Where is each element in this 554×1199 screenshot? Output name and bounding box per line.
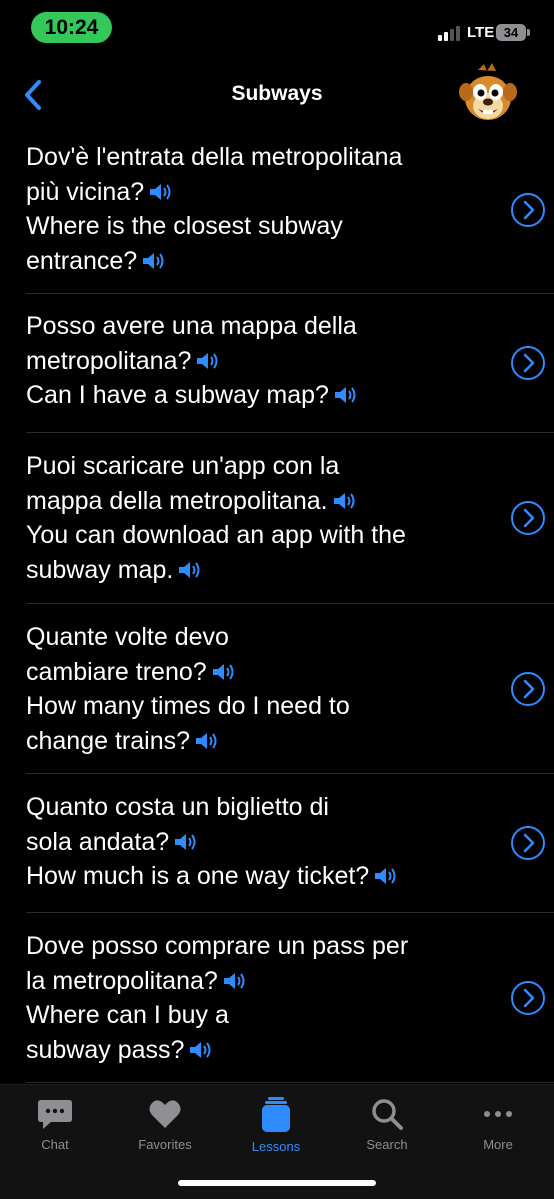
phrase-line: Puoi scaricare un'app con la bbox=[26, 452, 340, 480]
speaker-icon[interactable] bbox=[194, 730, 218, 752]
speaker-icon[interactable] bbox=[373, 865, 397, 887]
phrase-line: subway pass? bbox=[26, 1035, 185, 1064]
tab-label: More bbox=[483, 1137, 513, 1152]
phrase-english: Can I have a subway map? bbox=[26, 378, 484, 413]
list-item[interactable]: Puoi scaricare un'app con la mappa della… bbox=[26, 433, 554, 604]
phrase-line: sola andata? bbox=[26, 827, 170, 856]
phrase-line: Dov'è l'entrata della metropolitana bbox=[26, 143, 403, 171]
chevron-right-circle-icon[interactable] bbox=[510, 671, 546, 707]
chevron-right-circle-icon[interactable] bbox=[510, 500, 546, 536]
navigation-bar: Subways bbox=[0, 62, 554, 126]
list-item[interactable]: Posso avere una mappa della metropolitan… bbox=[26, 294, 554, 433]
speaker-icon[interactable] bbox=[332, 490, 356, 512]
tab-favorites[interactable]: Favorites bbox=[110, 1097, 220, 1152]
phrase-line: Dove posso comprare un pass per bbox=[26, 932, 409, 960]
meerkat-mascot-icon[interactable] bbox=[456, 62, 520, 126]
speaker-icon[interactable] bbox=[222, 970, 246, 992]
heart-icon bbox=[149, 1100, 181, 1128]
phrase-english: How much is a one way ticket? bbox=[26, 859, 484, 894]
tab-label: Search bbox=[366, 1137, 408, 1152]
phrase-line: subway map. bbox=[26, 555, 174, 584]
list-item[interactable]: Quanto costa un biglietto di sola andata… bbox=[26, 774, 554, 913]
speaker-icon[interactable] bbox=[173, 831, 197, 853]
speaker-icon[interactable] bbox=[333, 384, 357, 406]
phrase-line: Where can I buy a bbox=[26, 1001, 229, 1029]
cellular-signal-icon bbox=[438, 25, 464, 41]
chevron-right-circle-icon[interactable] bbox=[510, 192, 546, 228]
list-item[interactable]: Dov'è l'entrata della metropolitana più … bbox=[26, 126, 554, 294]
phrase-italian: Quante volte devo cambiare treno? bbox=[26, 620, 484, 689]
search-icon bbox=[372, 1099, 403, 1130]
chevron-right-circle-icon[interactable] bbox=[510, 345, 546, 381]
phrase-line: Quante volte devo bbox=[26, 623, 229, 651]
tab-more[interactable]: More bbox=[443, 1097, 553, 1152]
chevron-right-circle-icon[interactable] bbox=[510, 980, 546, 1016]
phrase-english: Where can I buy a subway pass? bbox=[26, 998, 484, 1067]
chat-bubble-icon bbox=[38, 1100, 72, 1129]
status-bar: 10:24 LTE 34 bbox=[0, 0, 554, 56]
tab-label: Lessons bbox=[251, 1139, 301, 1154]
network-type: LTE bbox=[467, 24, 495, 41]
speaker-icon[interactable] bbox=[188, 1039, 212, 1061]
status-time: 10:24 bbox=[31, 12, 112, 43]
speaker-icon[interactable] bbox=[211, 661, 235, 683]
phrase-line: How many times do I need to bbox=[26, 692, 350, 720]
phrase-line: Where is the closest subway bbox=[26, 212, 343, 240]
phrase-italian: Dove posso comprare un pass per la metro… bbox=[26, 929, 484, 998]
speaker-icon[interactable] bbox=[177, 559, 201, 581]
list-item[interactable]: Quante volte devo cambiare treno? How ma… bbox=[26, 604, 554, 774]
phrase-english: Where is the closest subway entrance? bbox=[26, 209, 484, 278]
tab-label: Favorites bbox=[138, 1137, 192, 1152]
tab-label: Chat bbox=[41, 1137, 69, 1152]
phrase-list: Dov'è l'entrata della metropolitana più … bbox=[0, 126, 554, 1083]
phrase-line: Can I have a subway map? bbox=[26, 381, 329, 409]
home-indicator[interactable] bbox=[178, 1180, 376, 1186]
tab-search[interactable]: Search bbox=[332, 1097, 442, 1152]
phrase-line: mappa della metropolitana. bbox=[26, 486, 328, 515]
phrase-line: metropolitana? bbox=[26, 346, 192, 375]
phrase-line: cambiare treno? bbox=[26, 657, 207, 686]
phrase-line: Quanto costa un biglietto di bbox=[26, 793, 329, 821]
phrase-line: change trains? bbox=[26, 726, 191, 755]
speaker-icon[interactable] bbox=[141, 250, 165, 272]
speaker-icon[interactable] bbox=[148, 181, 172, 203]
phrase-line: più vicina? bbox=[26, 177, 145, 206]
phrase-line: Posso avere una mappa della bbox=[26, 312, 357, 340]
battery-tip bbox=[527, 29, 530, 36]
phrase-italian: Quanto costa un biglietto di sola andata… bbox=[26, 790, 484, 859]
tab-chat[interactable]: Chat bbox=[0, 1097, 110, 1152]
chevron-right-circle-icon[interactable] bbox=[510, 825, 546, 861]
phrase-english: How many times do I need to change train… bbox=[26, 689, 484, 758]
phrase-italian: Posso avere una mappa della metropolitan… bbox=[26, 309, 484, 378]
phrase-english: You can download an app with the subway … bbox=[26, 518, 484, 587]
tab-lessons[interactable]: Lessons bbox=[221, 1097, 331, 1154]
lessons-icon bbox=[262, 1097, 290, 1132]
phrase-italian: Dov'è l'entrata della metropolitana più … bbox=[26, 140, 484, 209]
battery-icon: 34 bbox=[496, 24, 526, 41]
phrase-line: entrance? bbox=[26, 246, 138, 275]
list-item[interactable]: Dove posso comprare un pass per la metro… bbox=[26, 913, 554, 1083]
phrase-italian: Puoi scaricare un'app con la mappa della… bbox=[26, 449, 484, 518]
phrase-line: How much is a one way ticket? bbox=[26, 862, 370, 890]
phrase-line: You can download an app with the bbox=[26, 521, 406, 549]
speaker-icon[interactable] bbox=[195, 350, 219, 372]
phrase-line: la metropolitana? bbox=[26, 966, 218, 995]
more-dots-icon bbox=[484, 1111, 512, 1117]
